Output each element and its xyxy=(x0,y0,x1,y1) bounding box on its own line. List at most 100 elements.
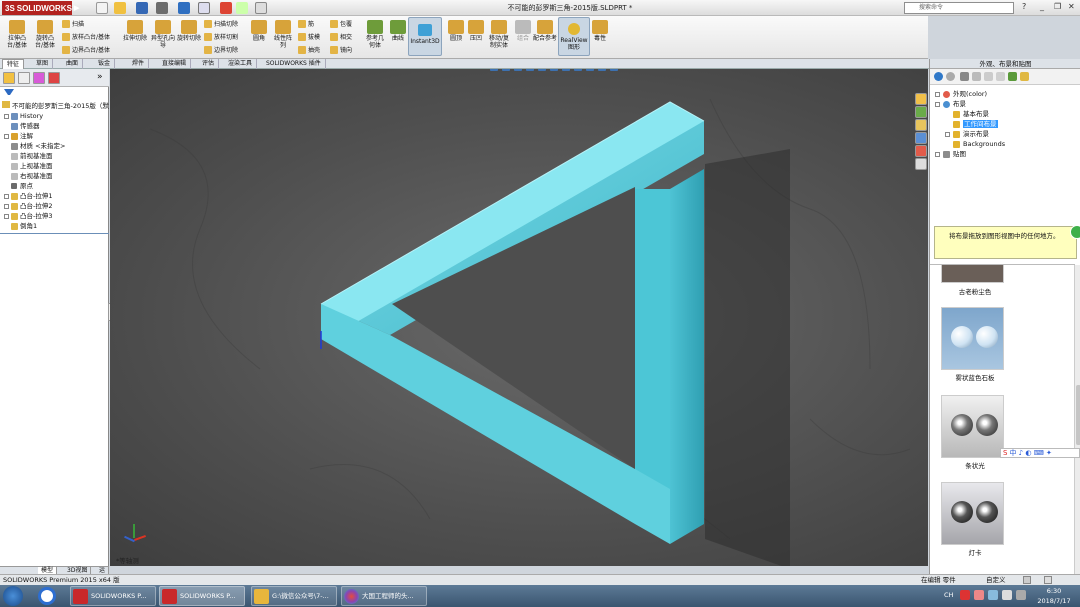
filter-icon[interactable] xyxy=(4,89,14,97)
rib-button[interactable]: 筋 xyxy=(298,19,314,28)
file-explorer-icon[interactable] xyxy=(915,119,927,131)
tab-sheet-metal[interactable]: 钣金 xyxy=(94,59,116,69)
tree-basic-scenes[interactable]: 基本布景 xyxy=(933,109,1078,119)
refresh-icon[interactable] xyxy=(972,72,981,81)
custom-properties-icon[interactable] xyxy=(915,158,927,170)
expand-icon[interactable] xyxy=(4,194,9,199)
rebuild-icon[interactable] xyxy=(220,2,232,14)
expand-icon[interactable] xyxy=(935,152,940,157)
tree-item-material[interactable]: 材质 <未指定> xyxy=(2,141,107,151)
combine-button[interactable]: 组合 xyxy=(513,20,533,42)
expand-pane-icon[interactable] xyxy=(1070,225,1080,239)
intersect-button[interactable]: 相交 xyxy=(330,32,352,41)
curves-button[interactable]: 曲线 xyxy=(388,20,408,42)
gallery-scrollbar[interactable] xyxy=(1074,265,1080,574)
wrap-button[interactable]: 包覆 xyxy=(330,19,352,28)
language-indicator[interactable]: CH xyxy=(944,591,953,599)
units-custom[interactable]: 自定义 xyxy=(986,575,1006,585)
linear-pattern-button[interactable]: 线性阵列 xyxy=(272,20,294,49)
tab-surfaces[interactable]: 曲面 xyxy=(62,59,84,69)
tree-root[interactable]: 不可能的彭罗斯三角-2015版（默 xyxy=(2,100,109,110)
tree-item-annotations[interactable]: 注解 xyxy=(2,131,107,141)
solidworks-logo[interactable]: 3S SOLIDWORKS ▶ xyxy=(2,1,79,15)
tray-sogou-icon[interactable] xyxy=(960,590,970,600)
new-file-icon[interactable] xyxy=(96,2,108,14)
file-properties-icon[interactable] xyxy=(236,2,248,14)
undo-icon[interactable] xyxy=(178,2,190,14)
sweep-button[interactable]: 扫描 xyxy=(62,19,84,28)
view-palette-icon[interactable] xyxy=(915,132,927,144)
penrose-triangle-model[interactable] xyxy=(110,69,928,566)
add-folder-icon[interactable] xyxy=(960,72,969,81)
reference-geometry-button[interactable]: 参考几何体 xyxy=(364,20,386,49)
tree-item-history[interactable]: History xyxy=(2,111,107,121)
tree-item-chamfer1[interactable]: 倒角1 xyxy=(2,221,107,231)
scene-thumbnail-light-cards[interactable] xyxy=(941,482,1004,545)
move-copy-body-button[interactable]: 移动/复制实体 xyxy=(486,20,512,49)
toxicity-button[interactable]: 毒性 xyxy=(592,20,608,42)
tab-evaluate[interactable]: 评估 xyxy=(198,59,220,69)
property-manager-icon[interactable] xyxy=(18,72,30,84)
status-settings-icon[interactable] xyxy=(1044,576,1052,584)
scrollbar-thumb[interactable] xyxy=(1076,385,1080,445)
extruded-cut-button[interactable]: 拉伸切除 xyxy=(122,20,148,42)
tree-backgrounds[interactable]: Backgrounds xyxy=(933,139,1078,149)
view-mode-icon[interactable] xyxy=(984,72,993,81)
tree-item-boss-extrude3[interactable]: 凸台-拉伸3 xyxy=(2,211,107,221)
instant3d-button[interactable]: Instant3D xyxy=(408,17,442,56)
boundary-boss-button[interactable]: 边界凸台/基体 xyxy=(62,45,110,54)
tab-weldments[interactable]: 焊件 xyxy=(128,59,150,69)
taskbar-solidworks-2[interactable]: SOLIDWORKS P... xyxy=(159,586,245,606)
tree-studio-scenes[interactable]: 工作间布景 xyxy=(933,119,1078,129)
tree-appearances[interactable]: 外观(color) xyxy=(933,89,1078,99)
solidworks-resources-icon[interactable] xyxy=(915,93,927,105)
tree-item-boss-extrude2[interactable]: 凸台-拉伸2 xyxy=(2,201,107,211)
search-input[interactable]: 搜索命令 xyxy=(904,2,1014,14)
tab-render-tools[interactable]: 渲染工具 xyxy=(224,59,258,69)
expand-icon[interactable] xyxy=(4,204,9,209)
realview-graphics-button[interactable]: RealView图形 xyxy=(558,17,590,56)
chevron-right-icon[interactable]: » xyxy=(97,73,109,85)
boundary-cut-button[interactable]: 边界切除 xyxy=(204,45,238,54)
tab-solidworks-addins[interactable]: SOLIDWORKS 插件 xyxy=(262,59,326,69)
back-icon[interactable] xyxy=(934,72,943,81)
fillet-button[interactable]: 圆角 xyxy=(248,20,270,42)
baidu-icon[interactable] xyxy=(38,587,56,605)
scene-thumbnail-ancient-dust[interactable] xyxy=(941,265,1004,283)
open-folder-icon[interactable] xyxy=(114,2,126,14)
expand-icon[interactable] xyxy=(4,134,9,139)
rollback-bar[interactable] xyxy=(0,233,109,234)
system-clock[interactable]: 6:30 2018/7/17 xyxy=(1030,586,1078,606)
mirror-button[interactable]: 镜向 xyxy=(330,45,352,54)
scene-thumbnail-misty-blue-slate[interactable] xyxy=(941,307,1004,370)
graphics-area[interactable]: *等轴测 xyxy=(110,69,928,566)
tree-item-origin[interactable]: 原点 xyxy=(2,181,107,191)
expand-icon[interactable] xyxy=(935,102,940,107)
tree-item-front-plane[interactable]: 前视基准面 xyxy=(2,151,107,161)
indent-button[interactable]: 压凹 xyxy=(466,20,486,42)
units-dropdown-icon[interactable] xyxy=(1023,576,1031,584)
expand-icon[interactable] xyxy=(4,114,9,119)
tree-decals[interactable]: 贴图 xyxy=(933,149,1078,159)
tree-item-top-plane[interactable]: 上视基准面 xyxy=(2,161,107,171)
ime-toolbar[interactable]: S中 ♪ ◐ ⌨ ✦ xyxy=(1000,448,1080,458)
tray-network-icon[interactable] xyxy=(988,590,998,600)
tree-item-right-plane[interactable]: 右视基准面 xyxy=(2,171,107,181)
tray-volume-icon[interactable] xyxy=(1002,590,1012,600)
tree-item-sensors[interactable]: 传感器 xyxy=(2,121,107,131)
dome-button[interactable]: 圆顶 xyxy=(446,20,466,42)
taskbar-solidworks-1[interactable]: SOLIDWORKS P... xyxy=(70,586,156,606)
revolved-boss-button[interactable]: 旋转凸台/基体 xyxy=(32,20,58,49)
expand-icon[interactable] xyxy=(945,132,950,137)
save-icon[interactable] xyxy=(136,2,148,14)
options-icon[interactable] xyxy=(255,2,267,14)
tree-scenes[interactable]: 布景 xyxy=(933,99,1078,109)
start-button[interactable] xyxy=(3,586,23,606)
draft-button[interactable]: 拔模 xyxy=(298,32,320,41)
scene-thumbnail-strip-light[interactable] xyxy=(941,395,1004,458)
appearances-scenes-icon[interactable] xyxy=(915,145,927,157)
minimize-icon[interactable]: _ xyxy=(1040,2,1044,11)
restore-icon[interactable]: ❐ xyxy=(1054,2,1061,11)
help-icon[interactable]: ? xyxy=(1022,2,1026,11)
loft-button[interactable]: 放样凸台/基体 xyxy=(62,32,110,41)
